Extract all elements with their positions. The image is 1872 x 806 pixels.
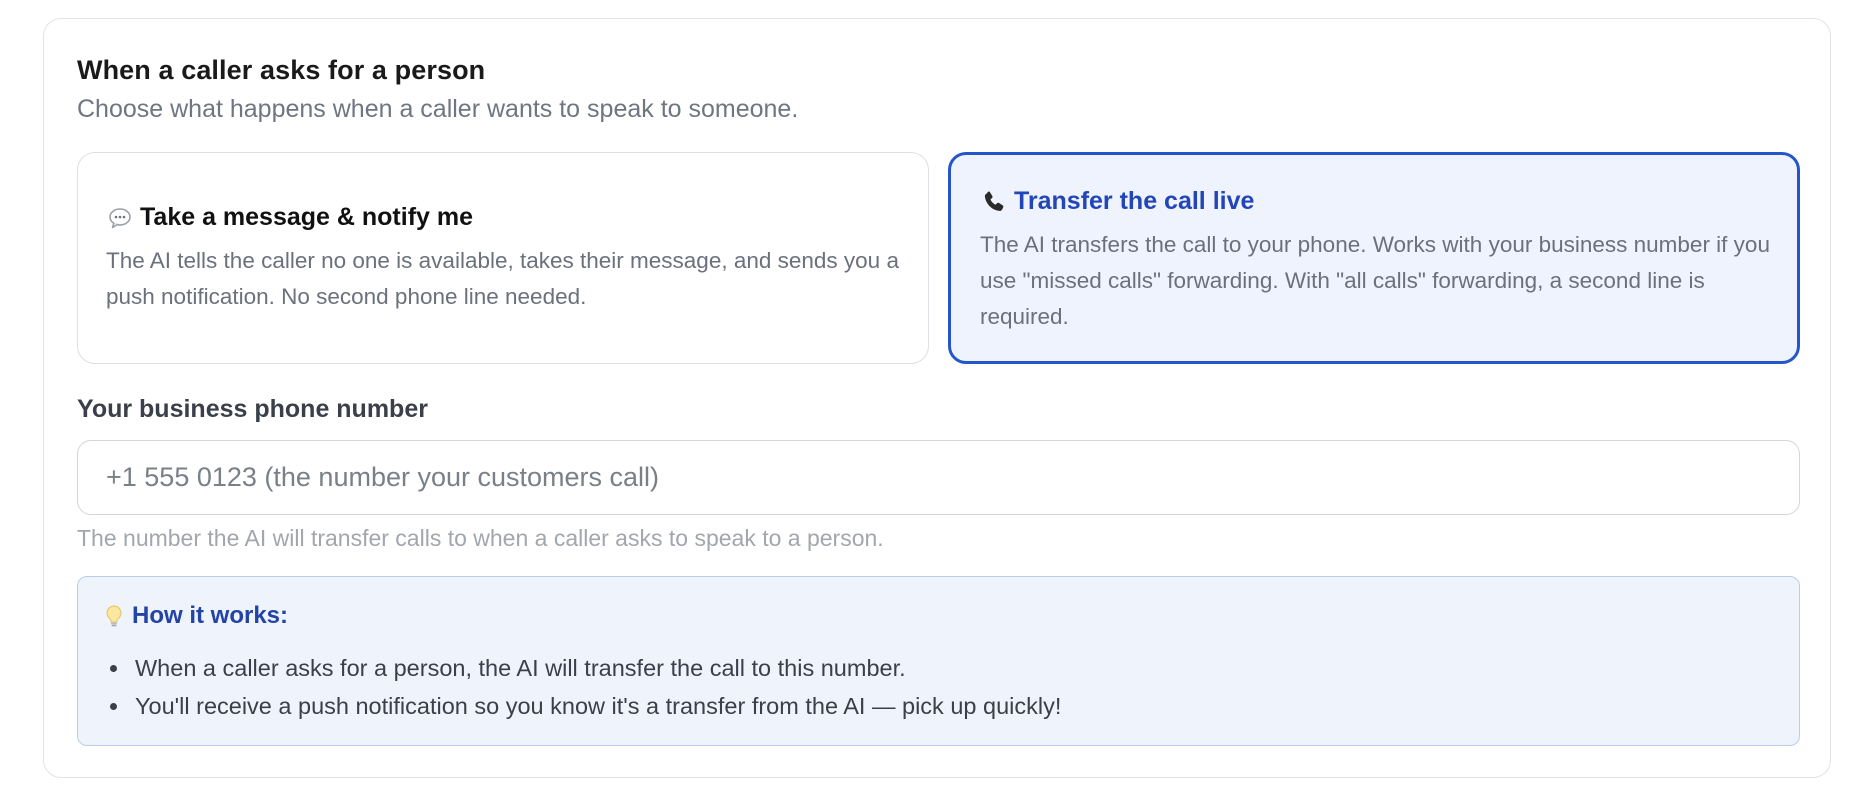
- list-item: You'll receive a push notification so yo…: [131, 687, 1061, 725]
- business-phone-input[interactable]: [77, 440, 1800, 515]
- info-title-row: How it works:: [100, 602, 288, 630]
- info-list: When a caller asks for a person, the AI …: [106, 649, 1061, 725]
- phone-field-help: The number the AI will transfer calls to…: [77, 525, 884, 551]
- option-title-row: Transfer the call live: [980, 187, 1254, 216]
- option-title: Transfer the call live: [1014, 187, 1255, 215]
- section-title: When a caller asks for a person: [77, 55, 486, 85]
- speech-bubble-icon: [106, 204, 134, 232]
- option-title-row: Take a message & notify me: [106, 203, 473, 232]
- option-description: The AI transfers the call to your phone.…: [980, 232, 1770, 329]
- section-subtitle: Choose what happens when a caller wants …: [77, 95, 799, 123]
- option-description: The AI tells the caller no one is availa…: [106, 248, 899, 309]
- option-take-message[interactable]: Take a message & notify me The AI tells …: [77, 152, 929, 364]
- how-it-works-box: How it works: When a caller asks for a p…: [77, 576, 1800, 746]
- info-title: How it works:: [132, 602, 289, 629]
- option-title: Take a message & notify me: [140, 203, 474, 231]
- option-transfer-live[interactable]: Transfer the call live The AI transfers …: [948, 152, 1800, 364]
- phone-icon: [980, 188, 1008, 216]
- call-routing-panel: When a caller asks for a person Choose w…: [43, 18, 1831, 778]
- phone-field-label: Your business phone number: [77, 395, 428, 423]
- lightbulb-icon: [100, 602, 128, 630]
- list-item: When a caller asks for a person, the AI …: [131, 649, 1061, 687]
